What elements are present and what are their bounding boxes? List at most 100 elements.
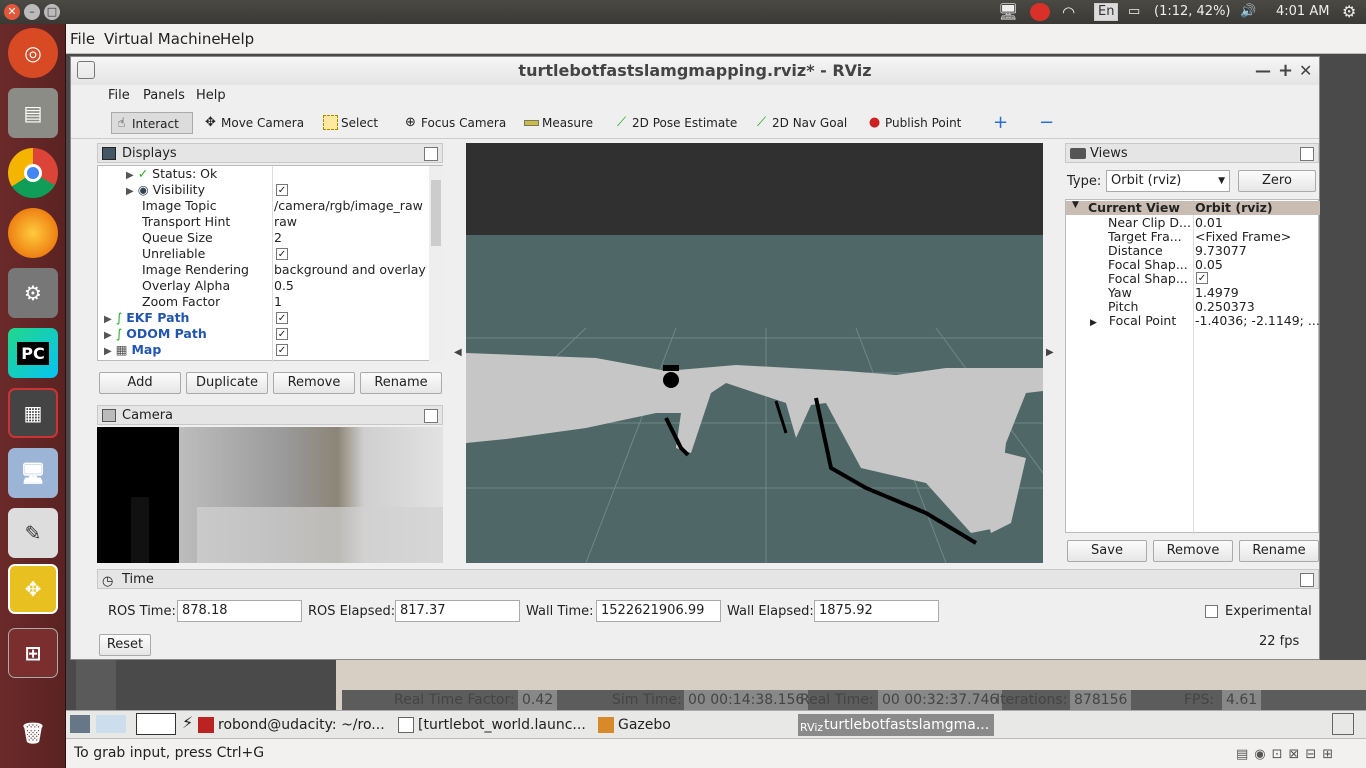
taskbar-rviz[interactable]: RViz turtlebotfastslamgma... xyxy=(798,714,994,736)
duplicate-display-button[interactable]: Duplicate xyxy=(186,372,268,394)
maximize-icon[interactable]: + xyxy=(1278,57,1293,85)
ros-time-field[interactable]: 878.18 xyxy=(177,600,302,622)
stop-icon[interactable] xyxy=(1030,3,1050,21)
row-status[interactable]: ▶ ✓ Status: Ok xyxy=(126,166,217,181)
workspace-icon[interactable] xyxy=(1332,713,1354,735)
views-float-toggle[interactable] xyxy=(1300,147,1314,161)
files-icon[interactable]: ▤ xyxy=(8,88,58,138)
remove-display-button[interactable]: Remove xyxy=(273,372,355,394)
volume-icon[interactable]: 🔊 xyxy=(1240,0,1256,24)
zero-view-button[interactable]: Zero xyxy=(1238,170,1316,192)
rename-display-button[interactable]: Rename xyxy=(360,372,442,394)
map-checkbox[interactable]: ✓ xyxy=(276,344,288,356)
wall-time-field[interactable]: 1522621906.99 xyxy=(596,600,721,622)
ros-elapsed-field[interactable]: 817.37 xyxy=(395,600,520,622)
notes-icon[interactable] xyxy=(136,713,176,735)
workspace-switcher-icon[interactable]: ✥ xyxy=(8,564,58,614)
3d-render-view[interactable] xyxy=(466,143,1043,563)
distance-value[interactable]: 9.73077 xyxy=(1195,243,1247,258)
remote-desktop-icon[interactable]: 🖥 xyxy=(8,448,58,498)
vm-menu-virtual-machine[interactable]: Virtual Machine xyxy=(104,30,221,48)
time-float-toggle[interactable] xyxy=(1300,573,1314,587)
show-desktop-icon[interactable] xyxy=(70,715,90,733)
trash-icon[interactable]: 🗑 xyxy=(8,708,58,758)
pitch-value[interactable]: 0.250373 xyxy=(1195,299,1255,314)
pycharm-icon[interactable]: PC xyxy=(8,328,58,378)
yaw-value[interactable]: 1.4979 xyxy=(1195,285,1239,300)
settings-gear-icon[interactable]: ⚙ xyxy=(1342,0,1356,24)
save-view-button[interactable]: Save xyxy=(1067,540,1147,562)
rename-view-button[interactable]: Rename xyxy=(1239,540,1319,562)
battery-status[interactable]: (1:12, 42%) xyxy=(1154,0,1231,24)
flash-icon[interactable]: ⚡ xyxy=(182,713,193,732)
row-ekf-path[interactable]: ▶ ∫ EKF Path xyxy=(104,310,189,325)
focal-point-row[interactable]: ▶ Focal Point xyxy=(1090,313,1192,328)
remove-view-button[interactable]: Remove xyxy=(1153,540,1233,562)
displays-float-toggle[interactable] xyxy=(424,147,438,161)
focal-shape-size-value[interactable]: 0.05 xyxy=(1195,257,1223,272)
vm-menu-file[interactable]: File xyxy=(70,30,95,48)
transport-hint-value[interactable]: raw xyxy=(274,214,297,229)
tool-interact[interactable]: ☝ Interact xyxy=(111,112,193,134)
near-clip-value[interactable]: 0.01 xyxy=(1195,215,1223,230)
maximize-window-icon[interactable]: □ xyxy=(44,4,60,20)
menu-help[interactable]: Help xyxy=(196,88,226,103)
vm-device-icons[interactable]: ▤◉⊡⊠⊟⊞ xyxy=(1236,747,1339,762)
chrome-icon[interactable] xyxy=(8,148,58,198)
image-rendering-value[interactable]: background and overlay xyxy=(274,262,428,277)
vm-tools-icon[interactable]: 🖥 xyxy=(998,0,1018,24)
view-type-select[interactable]: Orbit (rviz) ▼ xyxy=(1106,170,1230,192)
vm-menu-help[interactable]: Help xyxy=(220,30,254,48)
taskbar-gazebo[interactable]: Gazebo xyxy=(596,714,792,736)
wifi-icon[interactable]: ◠ xyxy=(1062,0,1075,24)
wall-elapsed-field[interactable]: 1875.92 xyxy=(814,600,939,622)
taskbar-editor[interactable]: [turtlebot_world.launc... xyxy=(396,714,592,736)
visibility-checkbox[interactable]: ✓ xyxy=(276,184,288,196)
clock[interactable]: 4:01 AM xyxy=(1276,0,1329,24)
minimize-icon[interactable]: — xyxy=(1255,57,1271,85)
collapse-right-icon[interactable]: ▶ xyxy=(1046,347,1054,358)
image-topic-value[interactable]: /camera/rgb/image_raw xyxy=(274,198,428,213)
minimize-window-icon[interactable]: – xyxy=(24,4,40,20)
focal-shape-fixed-checkbox[interactable]: ✓ xyxy=(1196,272,1208,284)
unreliable-checkbox[interactable]: ✓ xyxy=(276,248,288,260)
add-tool-icon[interactable]: + xyxy=(979,112,1008,134)
row-visibility[interactable]: ▶ ◉ Visibility xyxy=(126,182,205,197)
close-icon[interactable]: ✕ xyxy=(1299,57,1312,85)
overlay-alpha-value[interactable]: 0.5 xyxy=(274,278,294,293)
menu-file[interactable]: File xyxy=(108,88,130,103)
menu-panels[interactable]: Panels xyxy=(143,88,185,103)
ubuntu-dash-icon[interactable]: ◎ xyxy=(8,28,58,78)
queue-size-value[interactable]: 2 xyxy=(274,230,282,245)
reset-button[interactable]: Reset xyxy=(99,634,151,656)
add-display-button[interactable]: Add xyxy=(99,372,181,394)
camera-float-toggle[interactable] xyxy=(424,409,438,423)
current-view-row[interactable]: ▼ Current View Orbit (rviz) xyxy=(1066,200,1320,215)
tool-select[interactable]: Select xyxy=(321,112,378,134)
taskbar-terminal[interactable]: robond@udacity: ~/ro... xyxy=(196,714,392,736)
zoom-factor-value[interactable]: 1 xyxy=(274,294,282,309)
tool-publish-point[interactable]: ● Publish Point xyxy=(865,112,962,134)
keyboard-language[interactable]: En xyxy=(1094,3,1119,21)
tool-focus-camera[interactable]: ⊕ Focus Camera xyxy=(401,112,506,134)
workspaces-icon[interactable]: ⊞ xyxy=(8,628,58,678)
tool-move-camera[interactable]: ✥ Move Camera xyxy=(201,112,304,134)
collapse-left-icon[interactable]: ◀ xyxy=(454,347,462,358)
firefox-icon[interactable] xyxy=(8,208,58,258)
odom-path-checkbox[interactable]: ✓ xyxy=(276,328,288,340)
experimental-checkbox[interactable] xyxy=(1205,605,1218,618)
rviz-launcher-icon[interactable] xyxy=(96,715,126,733)
close-window-icon[interactable]: ✕ xyxy=(4,4,20,20)
displays-scrollbar[interactable] xyxy=(429,166,443,362)
remove-tool-icon[interactable]: − xyxy=(1025,112,1054,134)
row-map[interactable]: ▶ ▦ Map xyxy=(104,342,161,357)
row-odom-path[interactable]: ▶ ∫ ODOM Path xyxy=(104,326,207,341)
tool-measure[interactable]: Measure xyxy=(522,112,593,134)
terminator-icon[interactable]: ▦ xyxy=(8,388,58,438)
target-frame-value[interactable]: <Fixed Frame> xyxy=(1195,229,1291,244)
text-editor-icon[interactable]: ✎ xyxy=(8,508,58,558)
tool-2d-pose-estimate[interactable]: ⟋ 2D Pose Estimate xyxy=(612,112,737,134)
tool-2d-nav-goal[interactable]: ⟋ 2D Nav Goal xyxy=(752,112,847,134)
system-settings-icon[interactable]: ⚙ xyxy=(8,268,58,318)
ekf-path-checkbox[interactable]: ✓ xyxy=(276,312,288,324)
